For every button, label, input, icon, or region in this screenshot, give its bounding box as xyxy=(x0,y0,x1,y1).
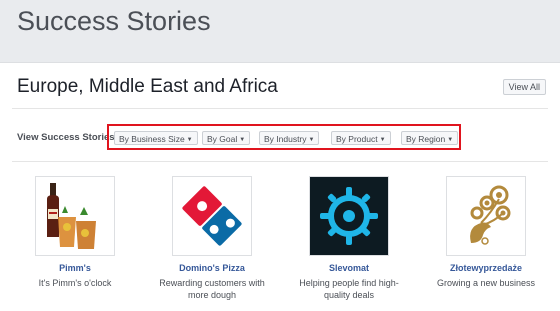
caret-down-icon: ▼ xyxy=(447,137,454,143)
pimms-drinks-image[interactable] xyxy=(35,176,115,256)
page-title: Success Stories xyxy=(17,6,211,36)
story-name[interactable]: Domino's Pizza xyxy=(147,263,277,273)
story-description: Growing a new business xyxy=(436,278,536,288)
story-description: Helping people find high-quality deals xyxy=(299,278,399,300)
zlotewyprzedaze-peacock-logo[interactable] xyxy=(446,176,526,256)
goal-dropdown[interactable]: By Goal ▼ xyxy=(202,131,251,145)
caret-down-icon: ▼ xyxy=(239,137,246,143)
caret-down-icon: ▼ xyxy=(379,137,386,143)
story-name[interactable]: Pimm's xyxy=(10,263,140,273)
story-card[interactable]: Złotewyprzedaże Growing a new business xyxy=(421,176,551,289)
page-header: Success Stories xyxy=(0,0,560,60)
region-dropdown[interactable]: By Region ▼ xyxy=(401,131,459,145)
dropdown-label: By Product xyxy=(336,134,378,144)
dropdown-label: By Goal xyxy=(207,134,238,144)
caret-down-icon: ▼ xyxy=(308,137,315,143)
filter-highlight-box: By Business Size ▼ By Goal ▼ By Industry ▼ … xyxy=(107,124,461,150)
dropdown-label: By Region xyxy=(406,134,446,144)
dropdown-label: By Industry xyxy=(264,134,307,144)
divider xyxy=(12,161,548,162)
industry-dropdown[interactable]: By Industry ▼ xyxy=(259,131,320,145)
story-card[interactable]: Slevomat Helping people find high-qualit… xyxy=(284,176,414,301)
success-stories-panel: Europe, Middle East and Africa View All … xyxy=(0,62,560,311)
dominos-logo[interactable] xyxy=(172,176,252,256)
filter-label: View Success Stories xyxy=(17,132,115,143)
story-description: It's Pimm's o'clock xyxy=(38,278,112,288)
divider xyxy=(12,108,548,109)
story-description: Rewarding customers with more dough xyxy=(159,278,265,300)
view-all-button[interactable]: View All xyxy=(502,79,546,95)
slevomat-gear-logo[interactable] xyxy=(309,176,389,256)
region-title: Europe, Middle East and Africa xyxy=(17,76,278,97)
story-card[interactable]: Domino's Pizza Rewarding customers with … xyxy=(147,176,277,301)
story-name[interactable]: Slevomat xyxy=(284,263,414,273)
business-size-dropdown[interactable]: By Business Size ▼ xyxy=(114,131,198,145)
story-name[interactable]: Złotewyprzedaże xyxy=(421,263,551,273)
dropdown-label: By Business Size xyxy=(119,134,185,144)
product-dropdown[interactable]: By Product ▼ xyxy=(331,131,391,145)
story-card[interactable]: Pimm's It's Pimm's o'clock xyxy=(10,176,140,289)
caret-down-icon: ▼ xyxy=(186,137,193,143)
